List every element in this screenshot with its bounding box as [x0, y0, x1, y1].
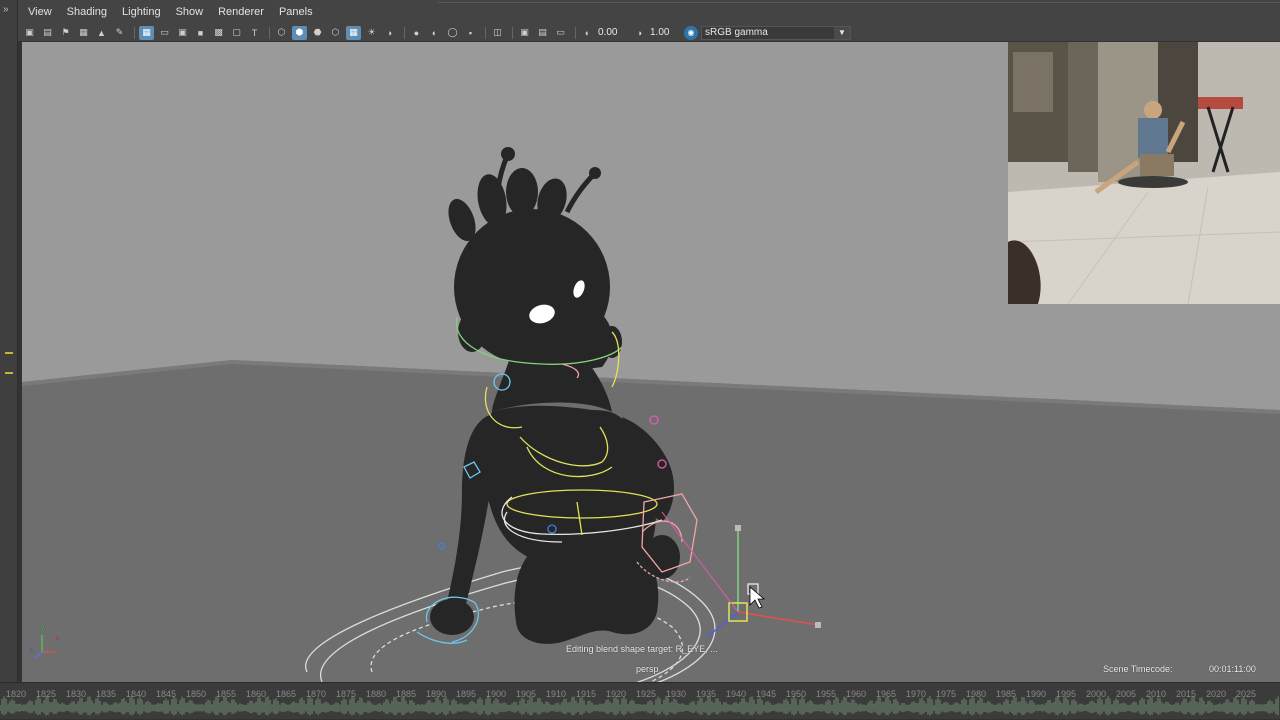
ambient-occlusion-icon[interactable]: ● — [409, 26, 424, 40]
reference-video-overlay — [1008, 42, 1280, 304]
divider — [485, 26, 486, 39]
axis-label-y: y — [41, 626, 44, 632]
gamma-field[interactable]: 1.00 — [650, 26, 680, 40]
menu-renderer[interactable]: Renderer — [218, 6, 264, 18]
motion-blur-icon[interactable]: ◐ — [427, 26, 442, 40]
use-lights-icon[interactable]: ☀ — [364, 26, 379, 40]
grid-icon[interactable]: ▦ — [139, 25, 154, 40]
status-message: Editing blend shape target: R_EYE, ... — [566, 644, 718, 654]
axis-label-z: z — [30, 648, 33, 654]
axis-label-x: x — [56, 636, 59, 642]
maya-app: » View Shading Lighting Show Renderer Pa… — [0, 0, 1280, 720]
colorspace-icon[interactable]: ◉ — [684, 25, 698, 40]
exposure-icon[interactable]: ◐ — [580, 26, 595, 40]
divider — [134, 26, 135, 39]
marker-icon — [5, 352, 13, 354]
timecode-value: 00:01:11:00 — [1209, 664, 1256, 674]
textured-icon[interactable]: ⬡ — [328, 26, 343, 40]
divider — [512, 26, 513, 39]
film-gate-icon[interactable]: ▭ — [157, 26, 172, 40]
menu-view[interactable]: View — [28, 6, 52, 18]
exposure-field[interactable]: 0.00 — [598, 26, 628, 40]
shadows-icon[interactable]: ◑ — [382, 26, 397, 40]
wireframe-icon[interactable]: ⬡ — [274, 26, 289, 40]
colorspace-dropdown[interactable]: sRGB gamma ▼ — [701, 25, 851, 40]
smooth-shade-icon[interactable]: ⬢ — [292, 25, 307, 40]
resolution-gate-icon[interactable]: ▣ — [175, 26, 190, 40]
chevron-down-icon: ▼ — [834, 26, 850, 39]
divider — [575, 26, 576, 39]
field-chart-icon[interactable]: ▩ — [211, 26, 226, 40]
bookmark-icon[interactable]: ⚑ — [58, 26, 73, 40]
panel-toolbar: ▣ ▤ ⚑ ▦ ▲ ✎ ▦ ▭ ▣ ■ ▩ ▢ T ⬡ ⬢ ⬣ ⬡ ▦ ☀ ◑ … — [18, 24, 1280, 42]
menu-panels[interactable]: Panels — [279, 6, 313, 18]
grease-pencil-icon[interactable]: ✎ — [112, 26, 127, 40]
panel-menu-bar: View Shading Lighting Show Renderer Pane… — [18, 0, 1280, 24]
gate-mask-icon[interactable]: ■ — [193, 26, 208, 40]
expand-icon[interactable]: » — [3, 4, 9, 15]
audio-waveform — [0, 696, 1280, 720]
pin-icon[interactable]: ▲ — [94, 26, 109, 40]
camera-name: persp — [636, 664, 659, 674]
image-plane-icon[interactable]: ▦ — [76, 26, 91, 40]
wireframe-on-shaded-icon[interactable]: ⬣ — [310, 26, 325, 40]
safe-action-icon[interactable]: ▢ — [229, 26, 244, 40]
xray-active-icon[interactable]: ▤ — [535, 26, 550, 40]
timeline[interactable]: 1820 1825 1830 1835 1840 1845 1850 1855 1860 1865… — [0, 682, 1280, 720]
xray-icon[interactable]: ▦ — [346, 25, 361, 40]
divider — [438, 2, 1280, 3]
isolate-select-icon[interactable]: ◫ — [490, 26, 505, 40]
divider — [404, 26, 405, 39]
xray-joints-icon[interactable]: ▣ — [517, 26, 532, 40]
divider — [269, 26, 270, 39]
menu-lighting[interactable]: Lighting — [122, 6, 161, 18]
backface-culling-icon[interactable]: ▭ — [553, 26, 568, 40]
safe-title-icon[interactable]: T — [247, 26, 262, 40]
gamma-icon[interactable]: ◑ — [632, 26, 647, 40]
colorspace-value: sRGB gamma — [705, 27, 768, 38]
camera-select-icon[interactable]: ▣ — [22, 26, 37, 40]
camera-attributes-icon[interactable]: ▤ — [40, 26, 55, 40]
antialiasing-icon[interactable]: ◯ — [445, 26, 460, 40]
timecode-label: Scene Timecode: — [1103, 664, 1173, 674]
depth-of-field-icon[interactable]: ▪ — [463, 26, 478, 40]
menu-shading[interactable]: Shading — [67, 6, 107, 18]
left-panel-strip: » — [0, 0, 18, 688]
menu-show[interactable]: Show — [176, 6, 204, 18]
marker-icon — [5, 372, 13, 374]
